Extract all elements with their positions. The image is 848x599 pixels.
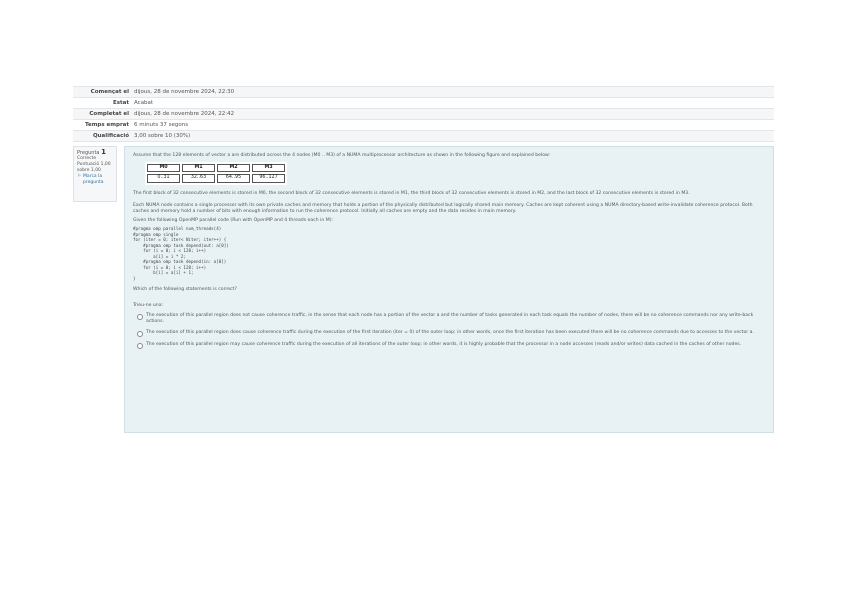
flag-label: Marca la pregunta	[83, 174, 104, 185]
answer-option-text: The execution of this parallel region ma…	[146, 342, 742, 348]
answer-option[interactable]: The execution of this parallel region do…	[133, 330, 765, 338]
summary-label: Temps emprat	[84, 122, 129, 128]
summary-row-started: Començat el dijous, 28 de novembre 2024,…	[73, 86, 774, 97]
summary-row-grade: Qualificació 3,00 sobre 10 (30%)	[73, 130, 774, 142]
summary-row-completed: Completat el dijous, 28 de novembre 2024…	[73, 108, 774, 119]
answer-option-text: The execution of this parallel region do…	[146, 330, 754, 336]
table-header: M1	[182, 164, 215, 173]
attempt-summary-table: Començat el dijous, 28 de novembre 2024,…	[73, 86, 774, 142]
summary-row-time-taken: Temps emprat 6 minuts 37 segons	[73, 119, 774, 130]
table-cell: 64..95	[217, 174, 250, 183]
summary-value: 6 minuts 37 segons	[134, 122, 189, 128]
question-number-value: 1	[101, 148, 106, 156]
radio-button[interactable]	[137, 313, 143, 320]
answer-option[interactable]: The execution of this parallel region do…	[133, 313, 765, 325]
question-paragraph: Given the following OpenMP parallel code…	[133, 218, 334, 224]
radio-button[interactable]	[137, 343, 143, 350]
flag-question-link[interactable]: ⚐ Marca la pregunta	[77, 174, 113, 186]
question-number: Pregunta 1	[77, 148, 113, 157]
summary-value: Acabat	[134, 100, 154, 106]
summary-value: dijous, 28 de novembre 2024, 22:30	[134, 89, 235, 95]
question-paragraph: The first block of 32 consecutive elemen…	[133, 190, 690, 196]
summary-label: Completat el	[89, 111, 129, 117]
answer-option[interactable]: The execution of this parallel region ma…	[133, 342, 765, 350]
table-cell: 32..63	[182, 174, 215, 183]
code-block: #pragma omp parallel num_threads(4) #pra…	[133, 226, 229, 281]
question-content: Assume that the 128 elements of vector a…	[124, 146, 774, 433]
summary-label: Estat	[112, 100, 129, 106]
answer-option-text: The execution of this parallel region do…	[146, 312, 754, 325]
summary-value: dijous, 28 de novembre 2024, 22:42	[134, 111, 235, 117]
question-info-panel: Pregunta 1 Correcte Puntuació 1,00 sobre…	[73, 146, 117, 202]
table-header: M3	[252, 164, 285, 173]
table-cell: 96..127	[252, 174, 285, 183]
table-header: M2	[217, 164, 250, 173]
memory-distribution-table: M0 M1 M2 M3 0..31 32..63 64..95 96..127	[145, 162, 287, 185]
table-header: M0	[147, 164, 180, 173]
question-mark: Puntuació 1,00 sobre 1,00	[77, 162, 111, 173]
summary-row-state: Estat Acabat	[73, 97, 774, 108]
question-intro: Assume that the 128 elements of vector a…	[133, 153, 551, 158]
table-cell: 0..31	[147, 174, 180, 183]
flag-icon: ⚐	[77, 174, 82, 179]
summary-label: Començat el	[90, 89, 129, 95]
question-paragraph: Each NUMA node contains a single process…	[133, 202, 753, 215]
summary-value: 3,00 sobre 10 (30%)	[134, 133, 191, 139]
radio-button[interactable]	[137, 331, 143, 338]
summary-label: Qualificació	[92, 133, 129, 139]
